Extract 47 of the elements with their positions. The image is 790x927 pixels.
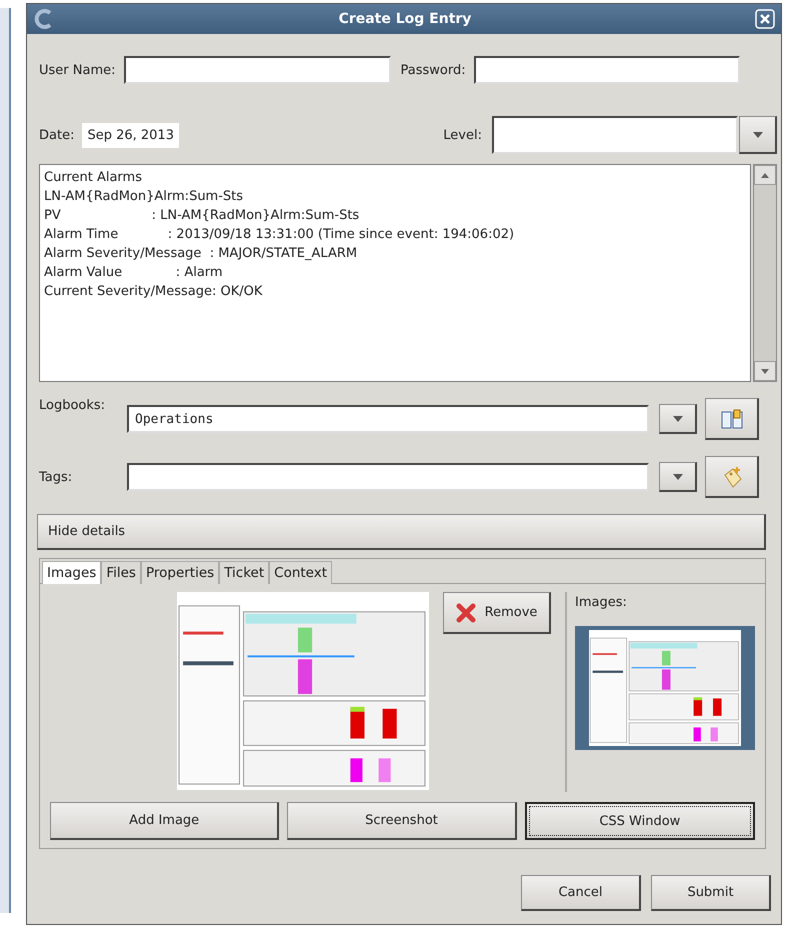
hide-details-button[interactable]: Hide details [37, 514, 766, 550]
level-dropdown-button[interactable] [739, 116, 777, 154]
description-line: LN-AM{RadMon}Alrm:Sum-Sts [44, 188, 244, 206]
image-action-button[interactable]: CSS Window [524, 802, 755, 840]
tab[interactable]: Files [101, 561, 141, 584]
description-text-area[interactable] [39, 164, 751, 382]
user-name-label: User Name: [39, 62, 116, 78]
description-line: PV : LN-AM{RadMon}Alrm:Sum-Sts [44, 207, 360, 225]
date-label: Date: [39, 128, 74, 142]
tags-dropdown-button[interactable] [659, 462, 697, 492]
dialog-button[interactable]: Cancel [521, 875, 641, 911]
image-thumbnail[interactable] [575, 626, 755, 750]
tab[interactable]: Context [269, 561, 332, 584]
password-label: Password: [400, 62, 466, 78]
vertical-scrollbar[interactable] [753, 164, 777, 382]
level-field[interactable] [492, 116, 738, 154]
tab[interactable]: Properties [140, 561, 220, 584]
image-action-button[interactable]: Screenshot [287, 802, 517, 840]
logbooks-label: Logbooks: [39, 398, 106, 413]
description-line: Alarm Severity/Message : MAJOR/STATE_ALARM [44, 245, 358, 263]
logbooks-dropdown-button[interactable] [659, 404, 697, 434]
images-list-label: Images: [575, 595, 628, 610]
tags-label: Tags: [39, 470, 74, 484]
window-title: Create Log Entry [338, 11, 472, 27]
tab[interactable]: Images [42, 561, 102, 584]
delete-x-icon [454, 602, 477, 624]
add-tag-button[interactable] [705, 456, 759, 498]
caret-icon [672, 474, 682, 480]
description-line: Alarm Value : Alarm [44, 264, 224, 282]
date-value: Sep 26, 2013 [82, 122, 179, 148]
description-line: Current Alarms [44, 169, 143, 187]
caret-icon [752, 132, 762, 138]
password-field[interactable] [474, 56, 740, 84]
add-logbook-button[interactable] [705, 398, 759, 440]
description-line: Current Severity/Message: OK/OK [44, 283, 264, 301]
tab[interactable]: Ticket [219, 561, 270, 584]
book-icon [720, 408, 744, 430]
remove-button[interactable]: Remove [442, 592, 551, 634]
dialog-button[interactable]: Submit [651, 875, 771, 911]
user-name-field[interactable] [124, 56, 390, 84]
logbooks-field[interactable]: Operations [127, 405, 649, 433]
description-line: Alarm Time : 2013/09/18 13:31:00 (Time since event: 194:06:02) [44, 226, 516, 244]
close-icon[interactable] [755, 9, 775, 29]
level-label: Level: [443, 128, 482, 142]
caret-icon [672, 416, 682, 422]
tags-field[interactable] [127, 463, 649, 491]
image-action-button[interactable]: Add Image [50, 802, 280, 840]
